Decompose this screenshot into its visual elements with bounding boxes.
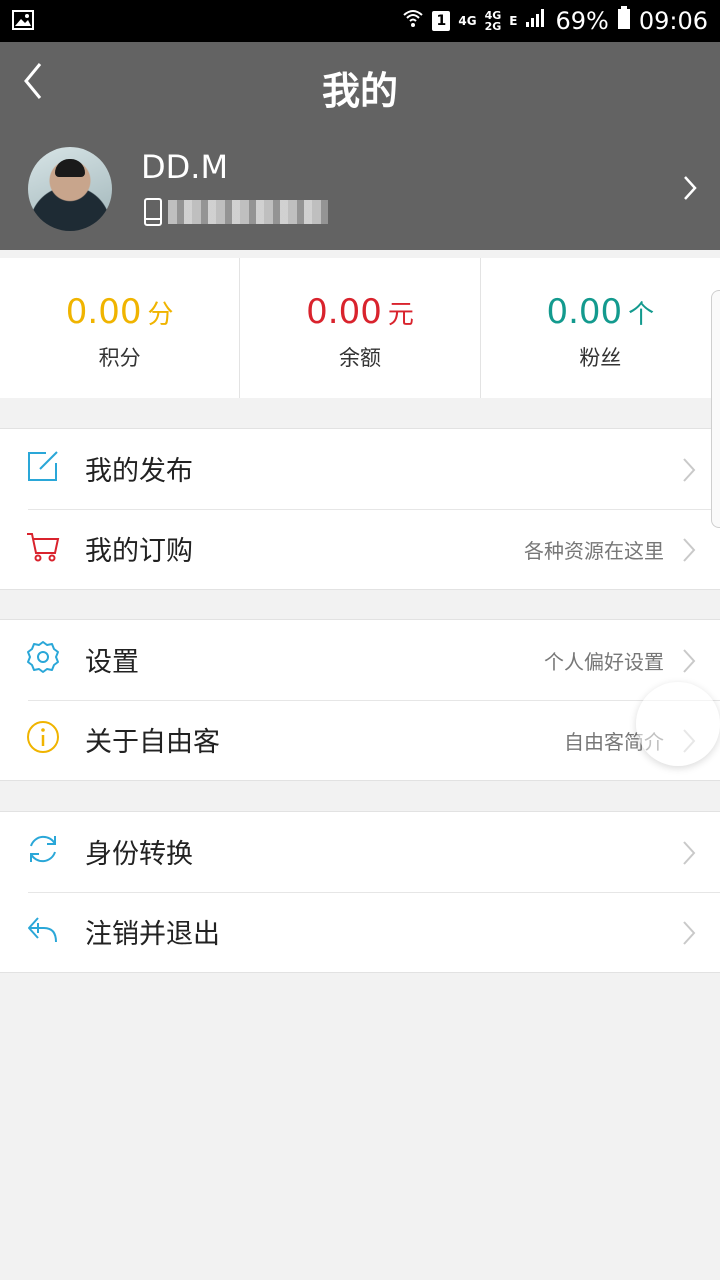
battery-percentage: 69% xyxy=(555,7,609,35)
avatar[interactable] xyxy=(28,147,112,231)
switch-icon xyxy=(26,832,60,866)
phone-number-masked xyxy=(168,200,328,224)
menu-item-settings[interactable]: 设置 个人偏好设置 xyxy=(0,620,720,700)
page-title: 我的 xyxy=(321,69,398,113)
menu-item-hint: 个人偏好设置 xyxy=(544,650,664,674)
floating-assistive-button[interactable] xyxy=(636,682,720,766)
menu-group-settings: 设置 个人偏好设置 关于自由客 自由客简介 xyxy=(0,619,720,781)
menu-item-label: 设置 xyxy=(85,647,139,678)
chevron-right-icon xyxy=(682,920,696,950)
signal-icon xyxy=(525,7,547,35)
menu-group-activity: 我的发布 我的订购 各种资源在这里 xyxy=(0,428,720,590)
info-icon xyxy=(26,720,60,754)
menu-item-my-orders[interactable]: 我的订购 各种资源在这里 xyxy=(0,509,720,589)
chevron-right-icon xyxy=(682,457,696,487)
phone-icon xyxy=(143,198,163,230)
username: DD.M xyxy=(141,148,229,186)
menu-item-about[interactable]: 关于自由客 自由客简介 xyxy=(0,700,720,780)
stat-points[interactable]: 0.00 分 积分 xyxy=(0,258,239,398)
stats-panel: 0.00 分 积分 0.00 元 余额 0.00 个 粉丝 xyxy=(0,258,720,398)
menu-item-label: 关于自由客 xyxy=(85,727,220,758)
menu-item-label: 我的发布 xyxy=(85,456,193,487)
edit-icon xyxy=(26,449,60,483)
edge-panel-handle[interactable] xyxy=(711,290,720,528)
stat-balance-value: 0.00 元 xyxy=(306,292,414,332)
chevron-right-icon xyxy=(682,840,696,870)
profile-header: 我的 DD.M xyxy=(0,42,720,250)
gear-icon xyxy=(26,640,60,674)
stat-fans[interactable]: 0.00 个 粉丝 xyxy=(479,258,720,398)
profile-row[interactable]: DD.M xyxy=(0,142,720,240)
sim-slot-indicator: 1 xyxy=(432,11,451,31)
wifi-icon xyxy=(402,7,424,35)
menu-item-label: 身份转换 xyxy=(85,839,193,870)
menu-group-account: 身份转换 注销并退出 xyxy=(0,811,720,973)
stat-fans-value: 0.00 个 xyxy=(546,292,655,332)
back-button[interactable] xyxy=(18,58,58,108)
battery-icon xyxy=(617,6,631,36)
menu-item-hint: 各种资源在这里 xyxy=(524,539,664,563)
gallery-notification-icon xyxy=(12,10,34,34)
menu-item-switch-identity[interactable]: 身份转换 xyxy=(0,812,720,892)
network-4g-2g-indicator: 4G 2G xyxy=(484,9,502,33)
stat-fans-label: 粉丝 xyxy=(579,346,622,370)
stat-points-value: 0.00 分 xyxy=(65,292,174,332)
menu-item-label: 注销并退出 xyxy=(85,919,220,950)
stat-points-label: 积分 xyxy=(98,346,141,370)
menu-item-label: 我的订购 xyxy=(85,536,193,567)
stat-balance[interactable]: 0.00 元 余额 xyxy=(239,258,479,398)
chevron-right-icon xyxy=(682,537,696,567)
cart-icon xyxy=(26,529,60,563)
logout-icon xyxy=(26,912,60,946)
menu-item-logout[interactable]: 注销并退出 xyxy=(0,892,720,972)
clock-time: 09:06 xyxy=(638,7,708,35)
chevron-right-icon xyxy=(682,648,696,678)
network-4g-label: 4G xyxy=(458,14,477,28)
stat-balance-label: 余额 xyxy=(338,346,381,370)
menu-item-my-posts[interactable]: 我的发布 xyxy=(0,429,720,509)
status-bar: 1 4G 4G 2G E 69% 09:06 xyxy=(0,0,720,42)
chevron-right-icon xyxy=(682,174,698,206)
network-e-label: E xyxy=(509,14,518,28)
back-arrow-icon xyxy=(24,63,42,99)
